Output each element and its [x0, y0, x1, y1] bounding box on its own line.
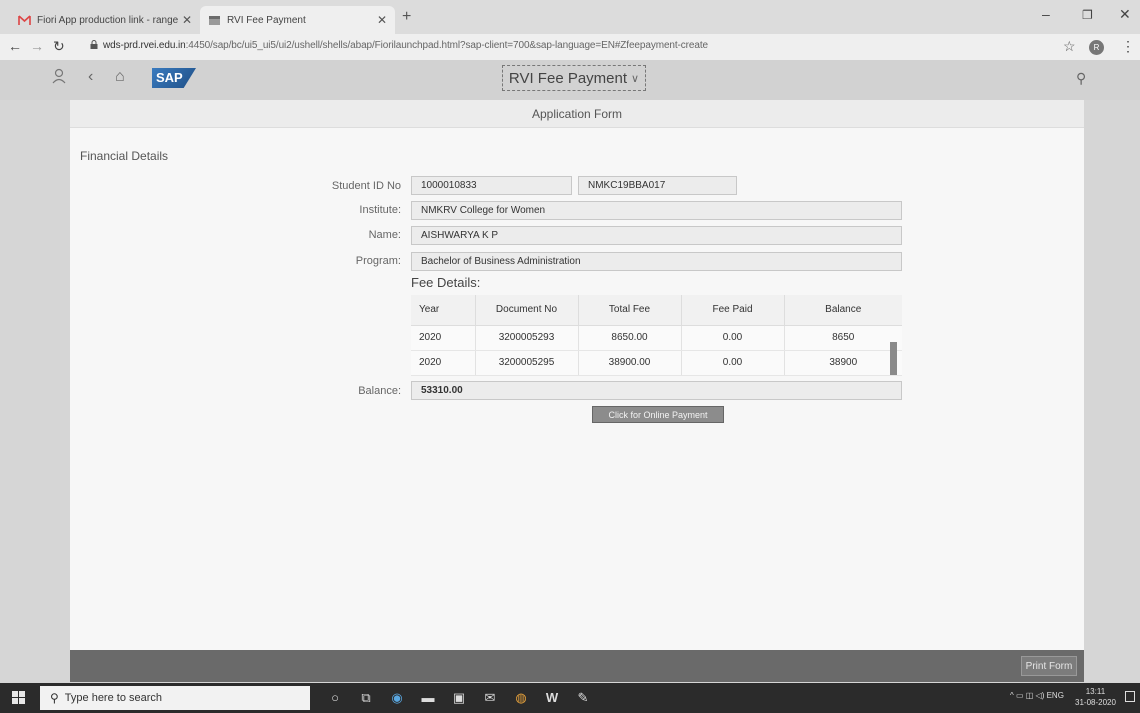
clock-time: 13:11 — [1085, 687, 1106, 696]
cell-total-fee: 8650.00 — [578, 325, 682, 351]
cell-balance: 8650 — [784, 325, 902, 351]
cell-document-no: 3200005293 — [475, 325, 579, 351]
profile-avatar[interactable]: R — [1089, 40, 1104, 55]
column-header-balance[interactable]: Balance — [784, 295, 902, 326]
application-page: Application Form Financial Details Stude… — [70, 100, 1084, 650]
column-header-document-no[interactable]: Document No — [475, 295, 579, 326]
browser-tab-fee-payment[interactable]: RVI Fee Payment ✕ — [200, 6, 395, 34]
search-icon[interactable]: ⚲ — [1076, 70, 1086, 87]
store-icon[interactable]: ▣ — [450, 689, 468, 707]
fee-details-title: Fee Details: — [411, 275, 481, 290]
lock-icon — [90, 40, 98, 49]
online-payment-button[interactable]: Click for Online Payment — [592, 406, 724, 423]
close-icon[interactable]: ✕ — [182, 13, 192, 27]
program-field[interactable]: Bachelor of Business Administration — [411, 252, 902, 271]
student-id-field[interactable]: 1000010833 — [411, 176, 572, 195]
window-close-icon[interactable]: ✕ — [1119, 6, 1131, 23]
chevron-down-icon: ∨ — [631, 72, 640, 85]
cell-document-no: 3200005295 — [475, 350, 579, 376]
sap-logo[interactable]: SAP — [152, 68, 196, 88]
clock-date: 31-08-2020 — [1075, 698, 1116, 707]
student-id-label: Student ID No — [331, 180, 401, 192]
windows-taskbar: ⚲ Type here to search ○ ⧉ ◉ ▬ ▣ ✉ ◍ W ✎ … — [0, 683, 1140, 713]
cell-fee-paid: 0.00 — [681, 325, 785, 351]
page-title: Application Form — [70, 100, 1084, 128]
windows-start-icon[interactable] — [12, 691, 25, 704]
program-label: Program: — [355, 255, 401, 267]
reload-icon[interactable]: ↻ — [53, 38, 65, 55]
taskbar-clock[interactable]: 13:11 31-08-2020 — [1075, 686, 1116, 708]
cell-year: 2020 — [411, 350, 476, 376]
balance-label: Balance: — [358, 385, 401, 397]
task-view-icon[interactable]: ⧉ — [357, 689, 375, 707]
section-title: Financial Details — [80, 149, 169, 163]
back-arrow-icon[interactable]: ← — [8, 38, 22, 54]
bookmark-star-icon[interactable]: ☆ — [1063, 38, 1076, 55]
table-header-row: Year Document No Total Fee Fee Paid Bala… — [411, 295, 902, 326]
cell-year: 2020 — [411, 325, 476, 351]
tray-icons: ^ ▭ ◫ ◁) — [1010, 691, 1045, 700]
page-footer: Print Form — [70, 650, 1084, 682]
institute-label: Institute: — [359, 204, 401, 216]
fee-details-table: Year Document No Total Fee Fee Paid Bala… — [411, 295, 902, 376]
restore-icon[interactable]: ❐ — [1082, 8, 1093, 22]
tab-label: Fiori App production link - range — [37, 14, 179, 26]
table-row[interactable]: 2020 3200005293 8650.00 0.00 8650 — [411, 325, 902, 351]
student-code-field[interactable]: NMKC19BBA017 — [578, 176, 737, 195]
page-icon — [208, 15, 221, 26]
institute-field[interactable]: NMKRV College for Women — [411, 201, 902, 220]
name-field[interactable]: AISHWARYA K P — [411, 226, 902, 245]
print-form-button[interactable]: Print Form — [1021, 656, 1077, 676]
address-bar: ← → ↻ wds-prd.rvei.edu.in:4450/sap/bc/ui… — [0, 34, 1140, 60]
minimize-icon[interactable]: – — [1042, 6, 1050, 22]
paint-icon[interactable]: ✎ — [574, 689, 592, 707]
url-field[interactable]: wds-prd.rvei.edu.in:4450/sap/bc/ui5_ui5/… — [90, 40, 708, 51]
url-host: wds-prd.rvei.edu.in — [103, 40, 186, 51]
browser-tabstrip: Fiori App production link - range ✕ RVI … — [0, 0, 1140, 34]
app-title: RVI Fee Payment — [508, 69, 628, 87]
name-label: Name: — [368, 229, 401, 241]
column-header-total-fee[interactable]: Total Fee — [578, 295, 682, 326]
balance-field[interactable]: 53310.00 — [411, 381, 902, 400]
browser-menu-icon[interactable]: ⋮ — [1121, 38, 1135, 55]
browser-tab-fiori[interactable]: Fiori App production link - range ✕ — [10, 6, 200, 34]
cortana-icon[interactable]: ○ — [326, 689, 344, 707]
taskbar-search[interactable]: ⚲ Type here to search — [40, 686, 310, 710]
back-icon[interactable]: ‹ — [88, 68, 93, 86]
cell-total-fee: 38900.00 — [578, 350, 682, 376]
language-indicator: ENG — [1046, 691, 1064, 700]
gmail-icon — [18, 14, 31, 26]
cell-fee-paid: 0.00 — [681, 350, 785, 376]
cell-balance: 38900 — [784, 350, 902, 376]
home-icon[interactable]: ⌂ — [115, 68, 125, 86]
explorer-icon[interactable]: ▬ — [419, 689, 437, 707]
app-title-menu[interactable]: RVI Fee Payment ∨ — [502, 65, 646, 91]
chrome-icon[interactable]: ◍ — [512, 689, 530, 707]
word-icon[interactable]: W — [543, 689, 561, 707]
column-header-fee-paid[interactable]: Fee Paid — [681, 295, 785, 326]
user-icon[interactable] — [52, 68, 66, 89]
close-icon[interactable]: ✕ — [377, 13, 387, 27]
new-tab-icon[interactable]: + — [402, 8, 411, 26]
table-scrollbar[interactable] — [890, 342, 897, 375]
table-row[interactable]: 2020 3200005295 38900.00 0.00 38900 — [411, 350, 902, 376]
mail-icon[interactable]: ✉ — [481, 689, 499, 707]
tab-label: RVI Fee Payment — [227, 14, 306, 26]
sap-shell-header: ‹ ⌂ SAP RVI Fee Payment ∨ ⚲ — [0, 60, 1140, 100]
url-path: :4450/sap/bc/ui5_ui5/ui2/ushell/shells/a… — [185, 40, 708, 51]
notification-icon[interactable] — [1125, 691, 1135, 702]
system-tray[interactable]: ^ ▭ ◫ ◁) ENG — [1010, 691, 1064, 700]
edge-icon[interactable]: ◉ — [388, 689, 406, 707]
search-icon: ⚲ — [50, 691, 59, 705]
forward-arrow-icon[interactable]: → — [30, 38, 44, 54]
taskbar-search-placeholder: Type here to search — [64, 692, 163, 704]
column-header-year[interactable]: Year — [411, 295, 476, 326]
